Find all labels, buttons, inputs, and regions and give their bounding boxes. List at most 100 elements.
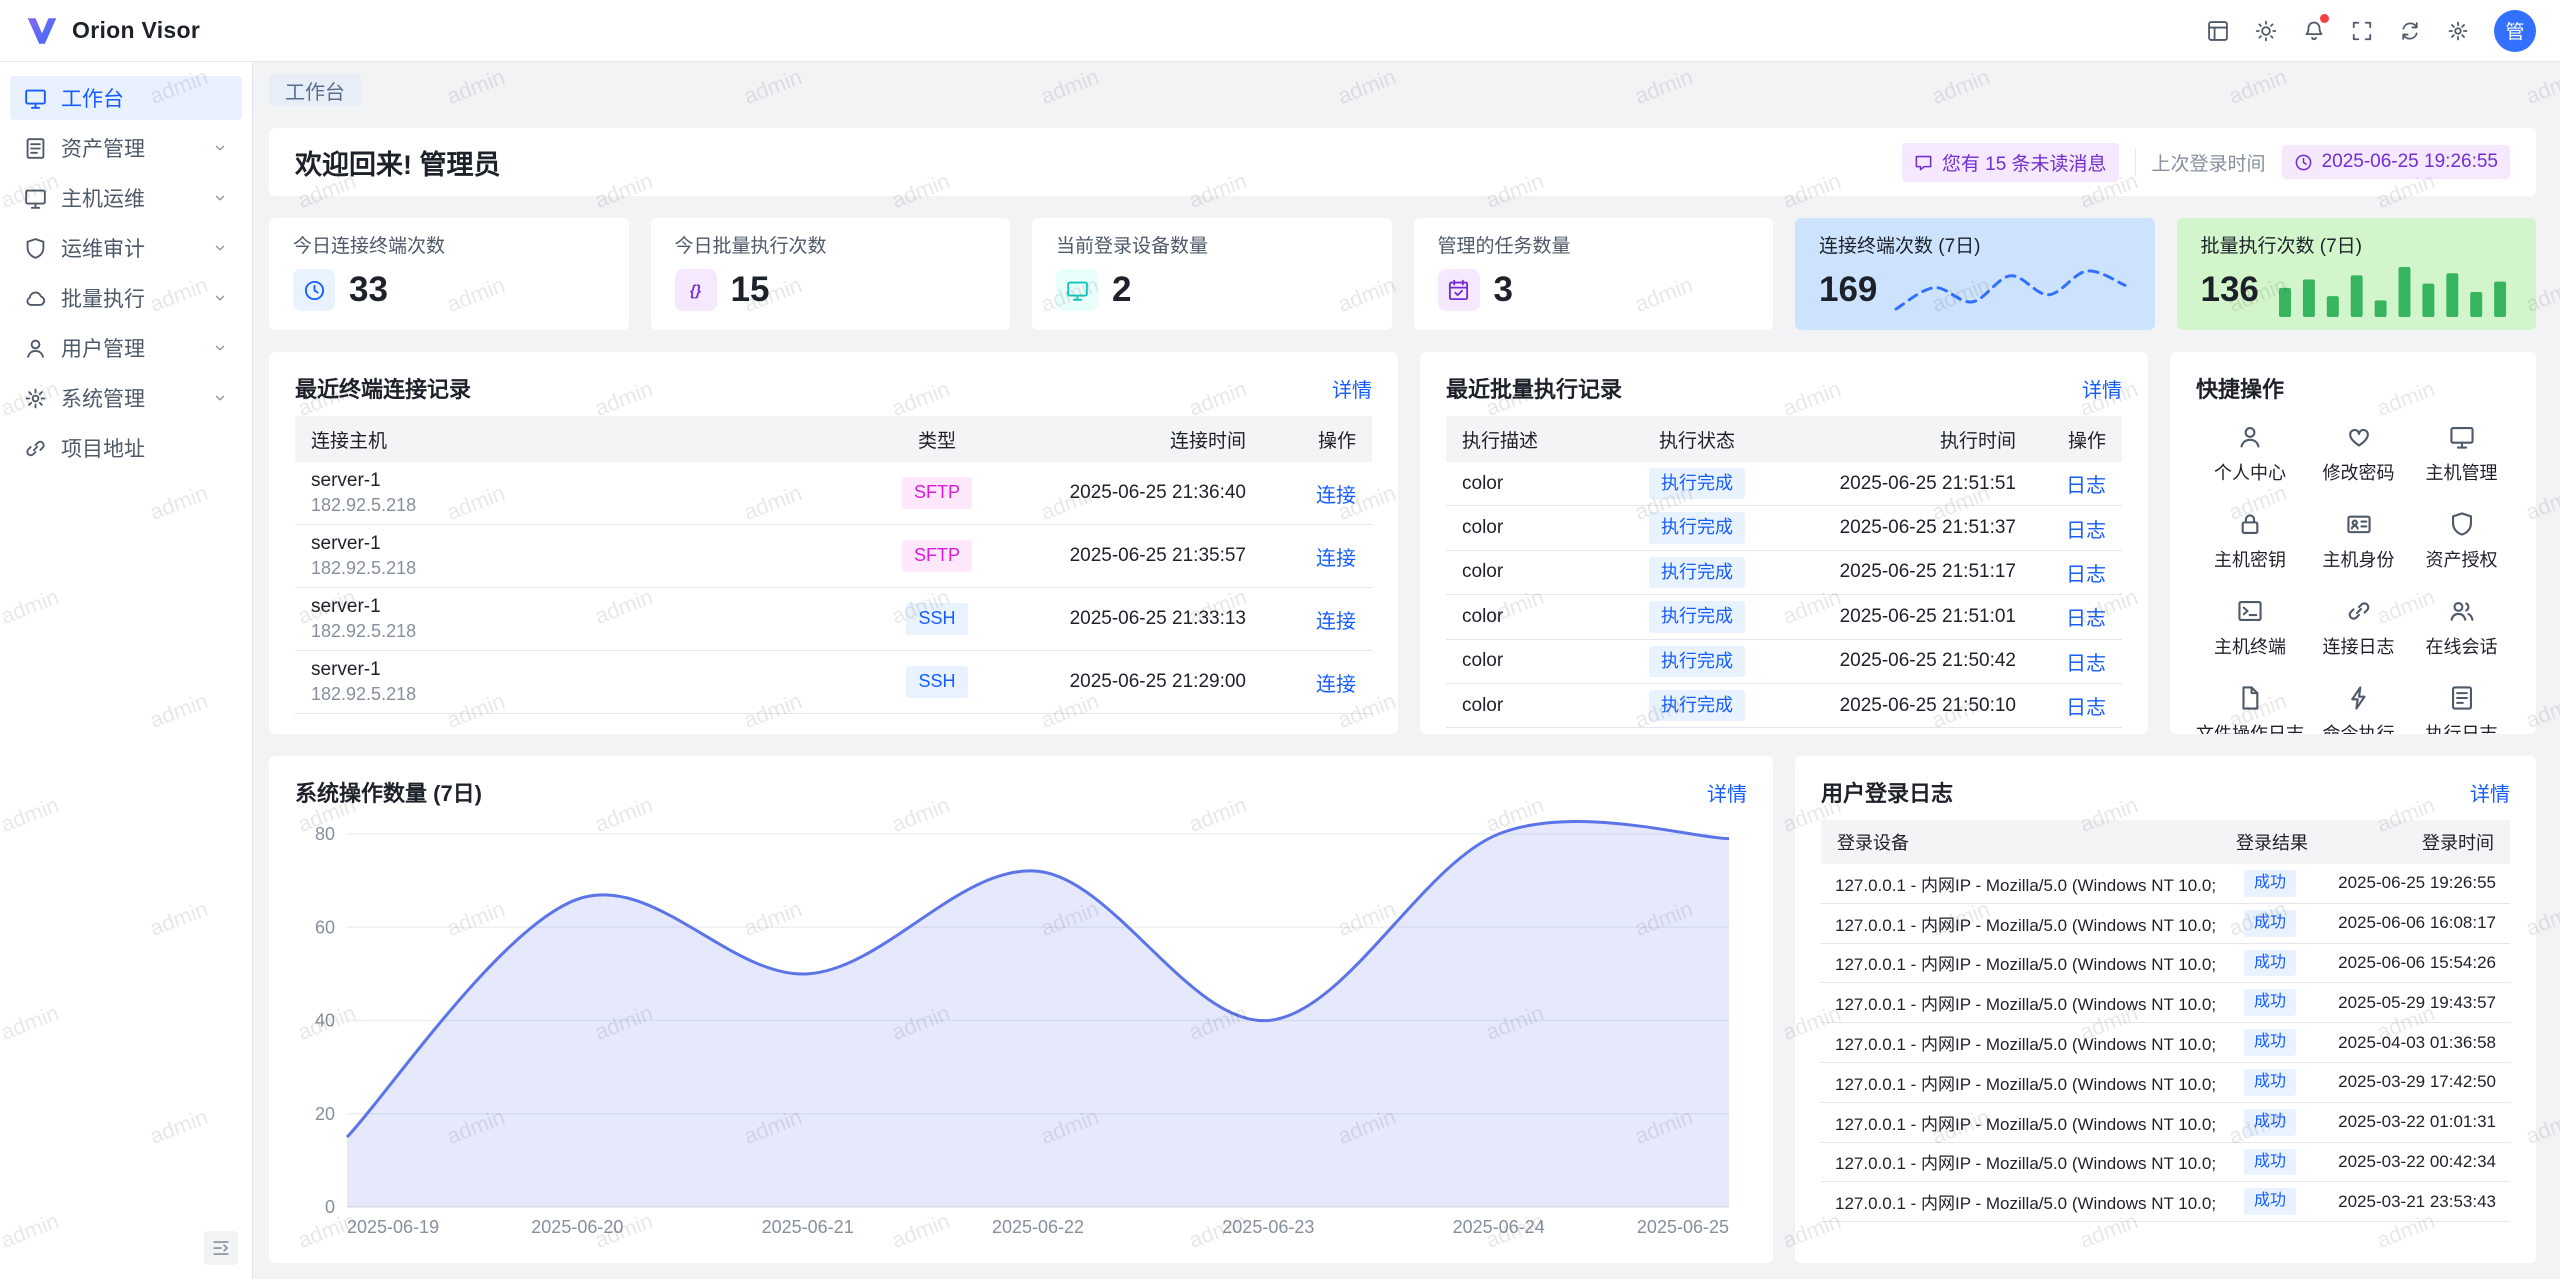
stat-card-today-batch-executions: 今日批量执行次数 {} 15 xyxy=(651,218,1011,330)
bolt-icon xyxy=(2346,685,2372,711)
log-link[interactable]: 日志 xyxy=(2066,653,2106,675)
connection-time: 2025-06-25 21:29:00 xyxy=(1002,651,1262,714)
quick-action-execution-logs[interactable]: 执行日志 xyxy=(2413,685,2510,734)
terminal-records-detail-link[interactable]: 详情 xyxy=(1332,374,1372,403)
sidebar-item-host-ops[interactable]: 主机运维 xyxy=(10,176,242,220)
login-time: 2025-04-03 01:36:58 xyxy=(2320,1023,2510,1063)
unread-messages-badge[interactable]: 您有 15 条未读消息 xyxy=(1902,143,2119,182)
executions-bar-chart xyxy=(2273,263,2512,317)
panel-title: 快捷操作 xyxy=(2196,372,2284,404)
quick-action-personal-center[interactable]: 个人中心 xyxy=(2196,424,2304,485)
middle-row: 最近终端连接记录 详情 连接主机 类型 连接时间 操作 server-1182.… xyxy=(269,352,2536,734)
log-link[interactable]: 日志 xyxy=(2066,564,2106,586)
svg-text:2025-06-20: 2025-06-20 xyxy=(531,1217,623,1237)
sidebar-item-label: 系统管理 xyxy=(61,383,145,413)
quick-action-change-password[interactable]: 修改密码 xyxy=(2310,424,2407,485)
login-device: 127.0.0.1 - 内网IP - Mozilla/5.0 (Windows … xyxy=(1821,1142,2220,1182)
refresh-button[interactable] xyxy=(2390,11,2430,51)
connect-link[interactable]: 连接 xyxy=(1316,674,1356,696)
stat-card-value: 169 xyxy=(1819,270,1877,310)
sidebar-item-audit[interactable]: 运维审计 xyxy=(10,226,242,270)
table-row: 127.0.0.1 - 内网IP - Mozilla/5.0 (Windows … xyxy=(1821,1182,2510,1222)
table-row: server-1182.92.5.218 SFTP 2025-06-25 21:… xyxy=(295,462,1372,525)
connect-link[interactable]: 连接 xyxy=(1316,611,1356,633)
gear-icon xyxy=(2447,20,2469,42)
quick-action-command-execution[interactable]: 命令执行 xyxy=(2310,685,2407,734)
host-name: server-1 xyxy=(311,470,856,492)
sidebar-item-label: 项目地址 xyxy=(61,433,145,463)
column-header: 登录设备 xyxy=(1821,820,2220,864)
svg-text:{}: {} xyxy=(690,283,702,299)
sidebar-item-batch-exec[interactable]: 批量执行 xyxy=(10,276,242,320)
table-row: server-1182.92.5.218 SSH 2025-06-25 21:3… xyxy=(295,588,1372,651)
quick-action-online-sessions[interactable]: 在线会话 xyxy=(2413,598,2510,659)
sidebar-collapse-button[interactable] xyxy=(204,1231,238,1265)
breadcrumb-tag-workbench[interactable]: 工作台 xyxy=(269,74,361,106)
settings-button[interactable] xyxy=(2438,11,2478,51)
login-device: 127.0.0.1 - 内网IP - Mozilla/5.0 (Windows … xyxy=(1821,1182,2220,1222)
terminal-icon xyxy=(2237,598,2263,624)
result-badge: 成功 xyxy=(2244,1069,2296,1096)
sidebar-item-project-url[interactable]: 项目地址 xyxy=(10,426,242,470)
user-icon xyxy=(24,337,47,360)
user-avatar[interactable]: 管 xyxy=(2494,10,2536,52)
column-header: 执行时间 xyxy=(1782,416,2032,462)
stat-card-value: 15 xyxy=(731,270,770,310)
connect-link[interactable]: 连接 xyxy=(1316,485,1356,507)
link-icon xyxy=(24,437,47,460)
panel-title: 最近批量执行记录 xyxy=(1446,372,1622,404)
stat-card-today-terminal-connections: 今日连接终端次数 33 xyxy=(269,218,629,330)
quick-action-file-operation-logs[interactable]: 文件操作日志 xyxy=(2196,685,2304,734)
batch-records-detail-link[interactable]: 详情 xyxy=(2082,374,2122,403)
connect-link[interactable]: 连接 xyxy=(1316,548,1356,570)
connections-sparkline-chart xyxy=(1891,266,2130,314)
stat-card-connections-7d: 连接终端次数 (7日) 169 xyxy=(1795,218,2155,330)
log-link[interactable]: 日志 xyxy=(2066,475,2106,497)
login-logs-detail-link[interactable]: 详情 xyxy=(2470,778,2510,807)
collapse-menu-icon xyxy=(211,1238,231,1258)
log-link[interactable]: 日志 xyxy=(2066,697,2106,719)
fullscreen-button[interactable] xyxy=(2342,11,2382,51)
quick-action-host-management[interactable]: 主机管理 xyxy=(2413,424,2510,485)
svg-text:2025-06-21: 2025-06-21 xyxy=(762,1217,854,1237)
terminal-records-panel: 最近终端连接记录 详情 连接主机 类型 连接时间 操作 server-1182.… xyxy=(269,352,1398,734)
table-row: 127.0.0.1 - 内网IP - Mozilla/5.0 (Windows … xyxy=(1821,1062,2510,1102)
quick-action-host-terminal[interactable]: 主机终端 xyxy=(2196,598,2304,659)
sidebar-item-system[interactable]: 系统管理 xyxy=(10,376,242,420)
log-link[interactable]: 日志 xyxy=(2066,520,2106,542)
topbar: Orion Visor 管 xyxy=(0,0,2560,62)
dashboard-icon xyxy=(24,87,47,110)
sidebar-item-users[interactable]: 用户管理 xyxy=(10,326,242,370)
sidebar-item-assets[interactable]: 资产管理 xyxy=(10,126,242,170)
bottom-row: 系统操作数量 (7日) 详情 0204060802025-06-192025-0… xyxy=(269,756,2536,1263)
table-header-row: 执行描述 执行状态 执行时间 操作 xyxy=(1446,416,2122,462)
login-time: 2025-03-22 00:42:34 xyxy=(2320,1142,2510,1182)
brand[interactable]: Orion Visor xyxy=(24,13,200,49)
layout-toggle-button[interactable] xyxy=(2198,11,2238,51)
heart-icon xyxy=(2346,424,2372,450)
unread-messages-text: 您有 15 条未读消息 xyxy=(1942,149,2107,176)
quick-actions-panel: 快捷操作 个人中心 修改密码 主机管理 主机密钥 主机身份 资产授权 主机终端 … xyxy=(2170,352,2536,734)
ops-chart-detail-link[interactable]: 详情 xyxy=(1707,778,1747,807)
host-ip: 182.92.5.218 xyxy=(311,684,856,705)
stat-card-value: 136 xyxy=(2201,270,2259,310)
breadcrumb: 工作台 xyxy=(269,74,2536,106)
notifications-button[interactable] xyxy=(2294,11,2334,51)
list-icon xyxy=(24,137,47,160)
clock-icon xyxy=(2294,153,2313,172)
welcome-banner: 欢迎回来! 管理员 您有 15 条未读消息 上次登录时间 2025-06-25 … xyxy=(269,128,2536,196)
log-link[interactable]: 日志 xyxy=(2066,608,2106,630)
svg-text:80: 80 xyxy=(315,824,335,844)
table-row: server-1182.92.5.218 SSH 2025-06-25 21:2… xyxy=(295,651,1372,714)
quick-action-asset-authorization[interactable]: 资产授权 xyxy=(2413,511,2510,572)
sidebar-item-workbench[interactable]: 工作台 xyxy=(10,76,242,120)
result-badge: 成功 xyxy=(2244,1149,2296,1176)
quick-action-connection-logs[interactable]: 连接日志 xyxy=(2310,598,2407,659)
exec-time: 2025-06-25 21:51:17 xyxy=(1782,550,2032,594)
cloud-icon xyxy=(24,287,47,310)
theme-toggle-button[interactable] xyxy=(2246,11,2286,51)
table-row: 127.0.0.1 - 内网IP - Mozilla/5.0 (Windows … xyxy=(1821,1102,2510,1142)
quick-action-host-keys[interactable]: 主机密钥 xyxy=(2196,511,2304,572)
quick-action-host-identity[interactable]: 主机身份 xyxy=(2310,511,2407,572)
column-header: 连接时间 xyxy=(1002,416,1262,462)
